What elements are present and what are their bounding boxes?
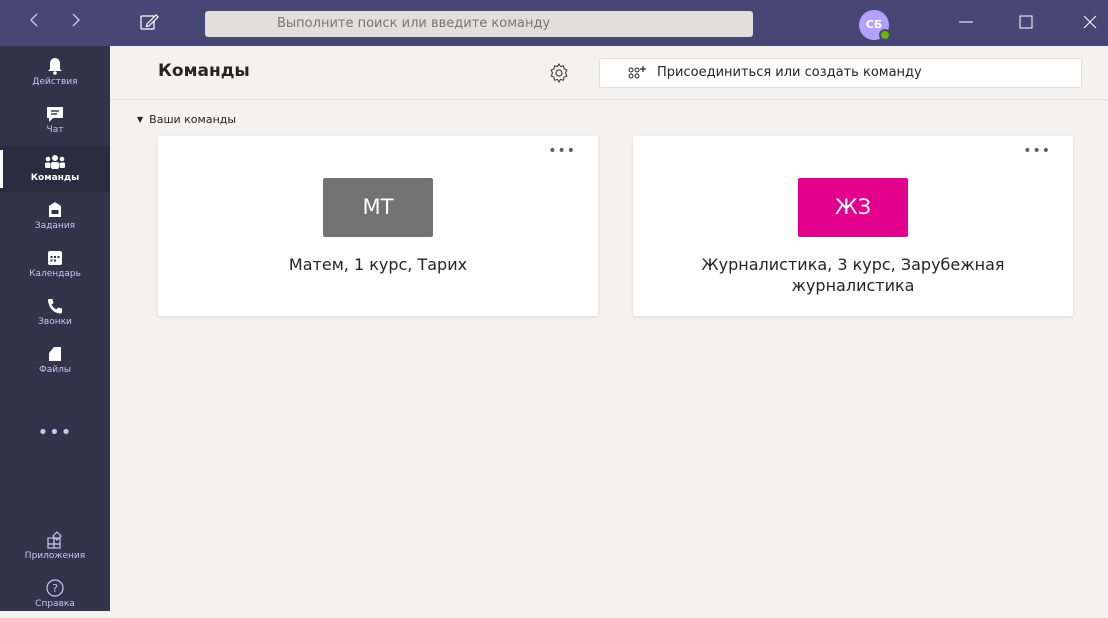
rail-item-label: Календарь (29, 269, 81, 279)
close-button[interactable] (1070, 8, 1108, 38)
team-avatar: ЖЗ (798, 178, 908, 237)
help-icon: ? (46, 579, 64, 597)
chevron-left-icon (30, 13, 38, 27)
minimize-icon (959, 21, 973, 23)
team-name: Матем, 1 курс, Тарих (288, 255, 468, 274)
team-more-options-button[interactable]: ••• (548, 143, 576, 159)
caret-down-icon: ▼ (137, 115, 144, 124)
add-team-icon (628, 66, 646, 79)
rail-item-label: Задания (34, 221, 76, 231)
minimize-button[interactable] (946, 8, 986, 38)
search-input[interactable] (205, 11, 753, 37)
rail-item-label: Действия (32, 77, 78, 87)
maximize-icon (1019, 15, 1033, 29)
chevron-right-icon (72, 13, 80, 27)
avatar[interactable]: СБ (859, 10, 891, 41)
rail-item-calls[interactable]: Звонки (0, 290, 110, 336)
phone-icon (48, 299, 62, 314)
section-label: Ваши команды (149, 113, 237, 126)
teams-main: Команды Присоединиться или создать коман… (110, 46, 1108, 611)
settings-button[interactable] (547, 61, 571, 85)
svg-text:?: ? (52, 582, 58, 595)
apps-icon (47, 531, 62, 549)
rail-item-help[interactable]: ? Справка (0, 572, 110, 618)
bell-icon (48, 58, 62, 75)
page-title: Команды (158, 61, 250, 81)
teams-icon (45, 155, 65, 169)
rail-item-label: Звонки (38, 317, 72, 327)
file-icon (49, 347, 61, 361)
maximize-button[interactable] (1006, 8, 1046, 38)
assignments-icon (49, 202, 61, 217)
calendar-icon (48, 251, 62, 265)
rail-item-teams[interactable]: Команды (0, 146, 110, 192)
rail-item-calendar[interactable]: Календарь (0, 242, 110, 288)
rail-item-label: Чат (46, 125, 64, 135)
rail-item-assignments[interactable]: Задания (0, 194, 110, 240)
team-card[interactable]: ••• МТ Матем, 1 курс, Тарих (158, 136, 598, 316)
team-avatar: МТ (323, 178, 433, 237)
team-more-options-button[interactable]: ••• (1023, 143, 1051, 159)
presence-available-icon (879, 29, 891, 41)
team-name: Журналистика, 3 курс, Зарубежная журнали… (701, 255, 1005, 295)
more-apps-button[interactable]: ••• (0, 422, 110, 443)
rail-item-label: Справка (35, 599, 75, 609)
back-button[interactable] (24, 12, 44, 31)
rail-item-chat[interactable]: Чат (0, 98, 110, 144)
rail-item-activity[interactable]: Действия (0, 50, 110, 96)
your-teams-toggle[interactable]: ▼ Ваши команды (137, 113, 236, 126)
rail-item-label: Команды (30, 173, 80, 183)
join-or-create-team-button[interactable]: Присоединиться или создать команду (599, 58, 1082, 88)
new-chat-button[interactable] (138, 11, 160, 33)
page-header: Команды Присоединиться или создать коман… (110, 46, 1108, 100)
rail-item-label: Приложения (24, 551, 86, 561)
gear-icon (550, 62, 568, 84)
app-bar: Действия Чат Команды Задания Календарь З… (0, 46, 110, 611)
chat-icon (47, 107, 63, 122)
avatar-initials: СБ (865, 18, 883, 31)
rail-item-files[interactable]: Файлы (0, 338, 110, 384)
team-card[interactable]: ••• ЖЗ Журналистика, 3 курс, Зарубежная … (633, 136, 1073, 316)
join-or-create-team-label: Присоединиться или создать команду (657, 65, 922, 80)
rail-item-label: Файлы (39, 365, 71, 375)
close-icon (1083, 15, 1097, 29)
compose-icon (140, 14, 159, 30)
rail-item-apps[interactable]: Приложения (0, 524, 110, 570)
forward-button[interactable] (66, 12, 86, 31)
title-bar: СБ (0, 0, 1108, 46)
